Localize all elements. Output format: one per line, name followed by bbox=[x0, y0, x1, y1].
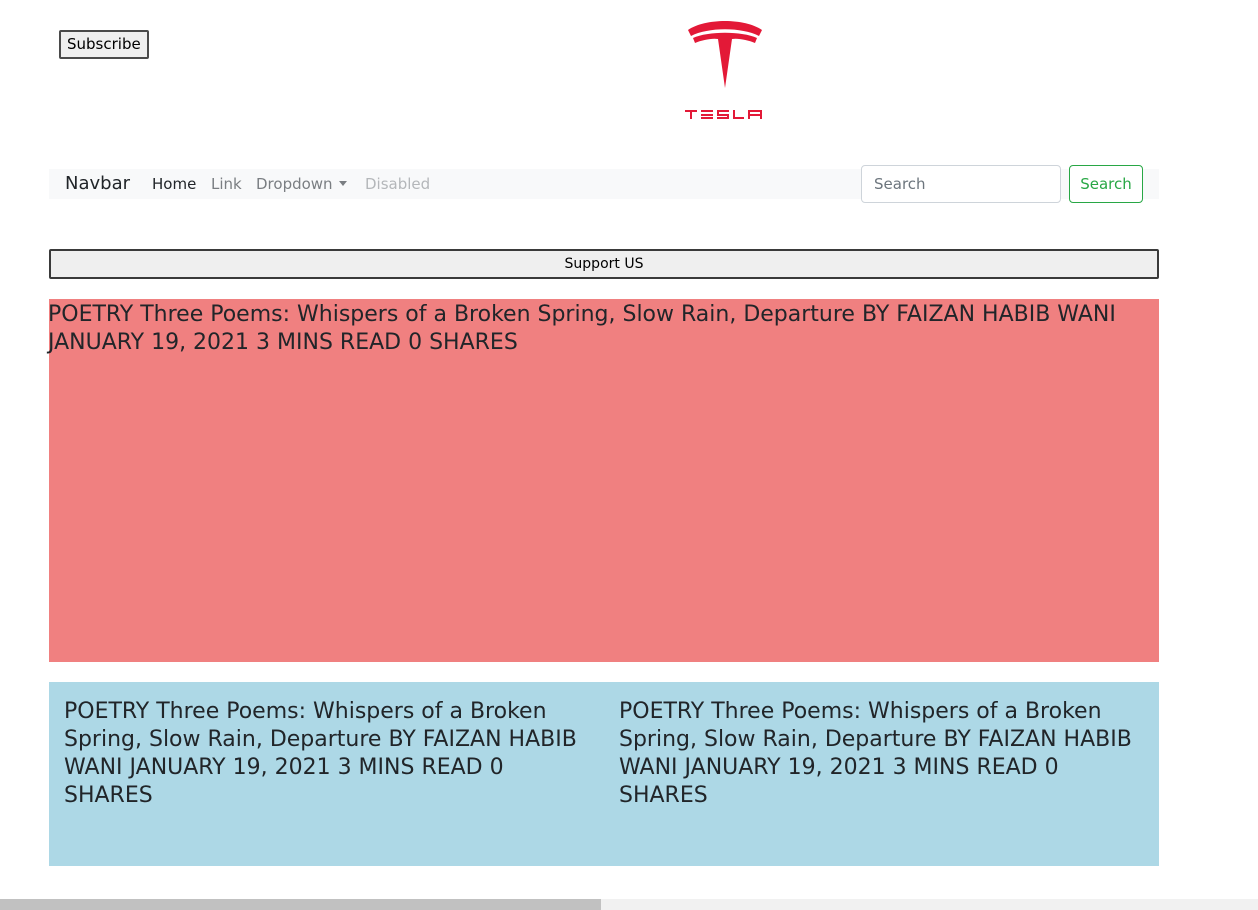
navbar-brand[interactable]: Navbar bbox=[65, 174, 130, 194]
subscribe-button[interactable]: Subscribe bbox=[59, 30, 149, 59]
tesla-logo bbox=[680, 16, 770, 122]
nav-link-home[interactable]: Home bbox=[152, 176, 196, 193]
nav-dropdown-label: Dropdown bbox=[256, 175, 333, 193]
nav-dropdown[interactable]: Dropdown bbox=[256, 176, 347, 193]
caret-down-icon bbox=[338, 181, 347, 186]
scrollbar-thumb[interactable] bbox=[0, 899, 601, 910]
horizontal-scrollbar[interactable] bbox=[0, 899, 1258, 910]
article-grid: POETRY Three Poems: Whispers of a Broken… bbox=[49, 682, 1159, 866]
nav-link-disabled: Disabled bbox=[365, 175, 431, 193]
feature-block: POETRY Three Poems: Whispers of a Broken… bbox=[48, 299, 1159, 662]
support-us-button[interactable]: Support US bbox=[49, 249, 1159, 279]
nav-link-link[interactable]: Link bbox=[211, 176, 242, 193]
article-card-left: POETRY Three Poems: Whispers of a Broken… bbox=[64, 699, 577, 808]
search-input[interactable] bbox=[861, 165, 1061, 203]
article-card-right: POETRY Three Poems: Whispers of a Broken… bbox=[619, 699, 1132, 808]
search-button[interactable]: Search bbox=[1069, 165, 1143, 203]
feature-article-text: POETRY Three Poems: Whispers of a Broken… bbox=[48, 302, 1116, 355]
tesla-logo-icon bbox=[685, 21, 762, 119]
